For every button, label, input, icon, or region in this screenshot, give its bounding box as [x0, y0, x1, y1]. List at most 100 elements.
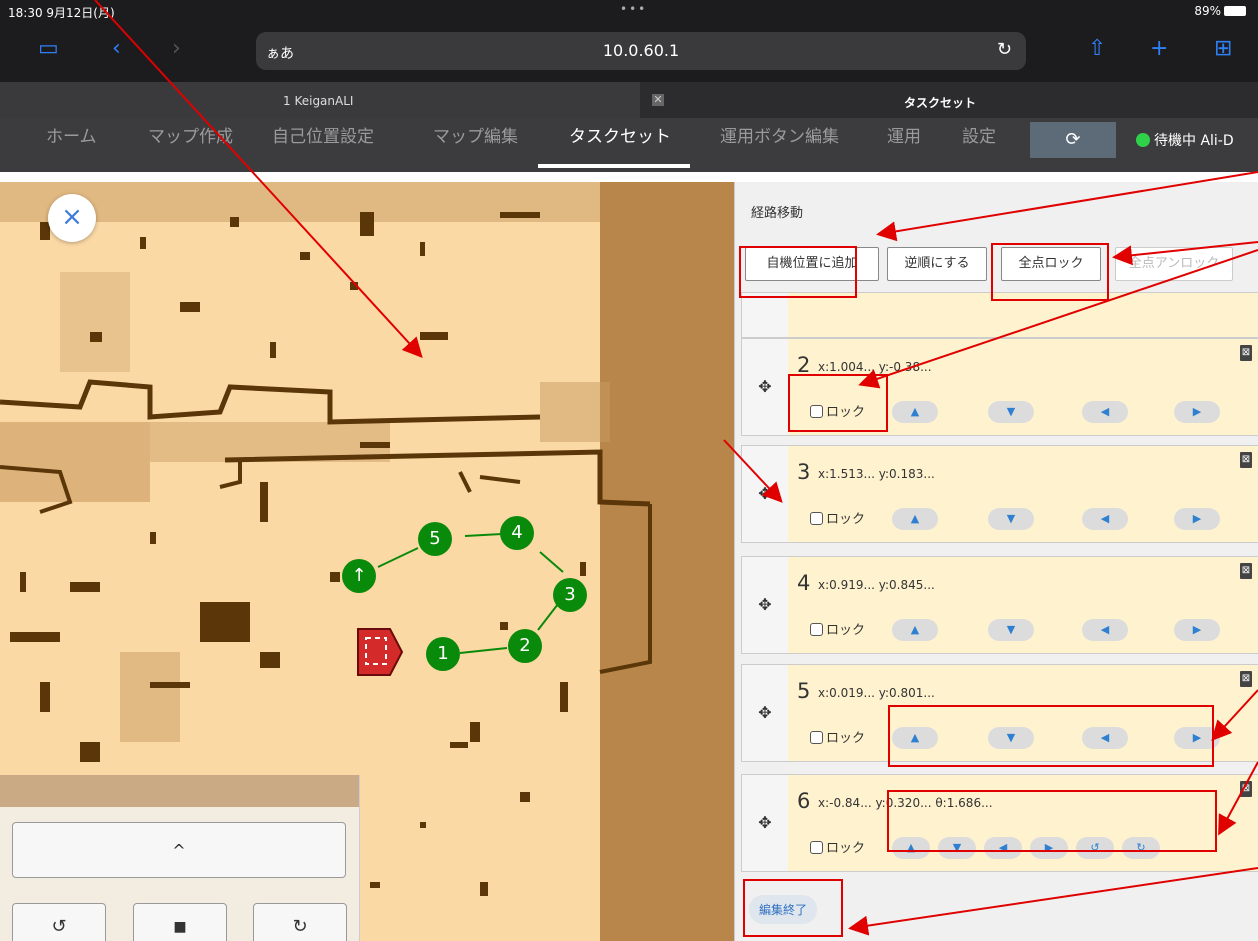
dir-down-button[interactable]: ▼: [988, 508, 1034, 530]
nav-operation[interactable]: 運用: [887, 122, 921, 147]
rotate-right-icon: ↻: [292, 916, 308, 937]
close-tab-icon[interactable]: ✕: [652, 94, 664, 106]
dir-down-button[interactable]: ▼: [988, 401, 1034, 423]
status-dots: •••: [620, 2, 648, 16]
app-root: { "status_bar": {"time": "18:30 9月12日(月)…: [0, 0, 1258, 941]
point-number: 5: [797, 679, 811, 703]
checkbox-icon: [810, 841, 823, 854]
lock-checkbox[interactable]: ロック: [810, 508, 865, 527]
dir-down-button[interactable]: ▼: [988, 619, 1034, 641]
chevron-up-icon: ^: [172, 841, 186, 860]
checkbox-icon: [810, 731, 823, 744]
trash-icon[interactable]: ⊠: [1240, 671, 1252, 687]
dir-right-button[interactable]: ▶: [1174, 508, 1220, 530]
sync-button[interactable]: ⟳: [1030, 122, 1116, 158]
point-coord: x:-0.84... y:0.320... θ:1.686...: [818, 796, 993, 810]
sidebar-toggle-icon[interactable]: ▭: [38, 36, 59, 61]
battery-level: 89%: [1194, 4, 1221, 18]
drag-handle-icon[interactable]: ✥: [742, 665, 788, 761]
close-map-button[interactable]: ×: [48, 194, 96, 242]
trash-icon[interactable]: ⊠: [1240, 452, 1252, 468]
dir-up-button[interactable]: ▲: [892, 727, 938, 749]
lock-label: ロック: [826, 841, 866, 856]
dir-left-button[interactable]: ◀: [984, 837, 1022, 859]
lock-checkbox[interactable]: ロック: [810, 619, 865, 638]
battery-indicator: 89%: [1194, 4, 1246, 18]
nav-settings[interactable]: 設定: [962, 122, 996, 147]
waypoint-marker-final[interactable]: ↑: [342, 559, 376, 593]
dir-down-button[interactable]: ▼: [938, 837, 976, 859]
rotate-left-button[interactable]: ↺: [12, 903, 106, 941]
point-number: 3: [797, 460, 811, 484]
lock-checkbox[interactable]: ロック: [810, 727, 865, 746]
nav-active-underline: [538, 164, 690, 168]
lock-label: ロック: [826, 512, 866, 527]
dir-left-button[interactable]: ◀: [1082, 508, 1128, 530]
drag-handle-icon[interactable]: ✥: [742, 775, 788, 871]
stop-button[interactable]: ■: [133, 903, 227, 941]
move-forward-button[interactable]: ^: [12, 822, 346, 878]
point-number: 6: [797, 789, 811, 813]
add-current-position-button[interactable]: 自機位置に追加: [745, 247, 879, 281]
robot-status: 待機中 Ali-D: [1136, 130, 1234, 150]
address-bar[interactable]: ぁあ 10.0.60.1 ↻: [256, 32, 1026, 70]
waypoint-marker-5[interactable]: 5: [418, 522, 452, 556]
dir-up-button[interactable]: ▲: [892, 401, 938, 423]
browser-tabs: 1 KeiganALI ✕ タスクセット: [0, 82, 1258, 122]
url-text[interactable]: 10.0.60.1: [256, 41, 1026, 60]
device-name: Ali-D: [1200, 133, 1234, 149]
waypoint-marker-3[interactable]: 3: [553, 578, 587, 612]
lock-checkbox[interactable]: ロック: [810, 837, 865, 856]
rotate-left-icon: ↺: [51, 916, 67, 937]
dir-left-button[interactable]: ◀: [1082, 727, 1128, 749]
reverse-order-button[interactable]: 逆順にする: [887, 247, 987, 281]
nav-button-edit[interactable]: 運用ボタン編集: [720, 122, 839, 147]
drag-handle-icon[interactable]: ✥: [742, 446, 788, 542]
dir-up-button[interactable]: ▲: [892, 837, 930, 859]
rotate-right-button[interactable]: ↻: [253, 903, 347, 941]
reload-icon[interactable]: ↻: [997, 39, 1012, 60]
lock-all-button[interactable]: 全点ロック: [1001, 247, 1101, 281]
rotate-cw-button[interactable]: ↻: [1122, 837, 1160, 859]
status-time: 18:30 9月12日(月): [8, 6, 115, 20]
waypoint-marker-2[interactable]: 2: [508, 629, 542, 663]
app-nav: ホーム マップ作成 自己位置設定 マップ編集 タスクセット 運用ボタン編集 運用…: [0, 118, 1258, 172]
trash-icon[interactable]: ⊠: [1240, 345, 1252, 361]
nav-map-create[interactable]: マップ作成: [148, 122, 233, 147]
waypoint-marker-4[interactable]: 4: [500, 516, 534, 550]
dir-right-button[interactable]: ▶: [1030, 837, 1068, 859]
share-icon[interactable]: ⇧: [1088, 36, 1106, 61]
status-dot-icon: [1136, 133, 1150, 147]
dir-right-button[interactable]: ▶: [1174, 619, 1220, 641]
trash-icon[interactable]: ⊠: [1240, 563, 1252, 579]
dir-up-button[interactable]: ▲: [892, 619, 938, 641]
dir-down-button[interactable]: ▼: [988, 727, 1034, 749]
dir-up-button[interactable]: ▲: [892, 508, 938, 530]
browser-tab-taskset[interactable]: タスクセット: [904, 94, 976, 111]
browser-tab-label: 1 KeiganALI: [283, 94, 354, 108]
forward-icon[interactable]: ›: [172, 36, 181, 61]
dir-right-button[interactable]: ▶: [1174, 727, 1220, 749]
lock-checkbox[interactable]: ロック: [810, 401, 865, 420]
back-icon[interactable]: ‹: [112, 36, 121, 61]
trash-icon[interactable]: ⊠: [1240, 781, 1252, 797]
dir-left-button[interactable]: ◀: [1082, 401, 1128, 423]
dir-right-button[interactable]: ▶: [1174, 401, 1220, 423]
nav-taskset[interactable]: タスクセット: [569, 122, 671, 147]
end-edit-button[interactable]: 編集終了: [749, 895, 818, 924]
rotate-ccw-button[interactable]: ↺: [1076, 837, 1114, 859]
waypoint-marker-1[interactable]: 1: [426, 637, 460, 671]
new-tab-icon[interactable]: +: [1150, 36, 1168, 61]
route-panel: 経路移動 自機位置に追加 逆順にする 全点ロック 全点アンロック ✥ 2 x:1…: [734, 182, 1258, 941]
nav-map-edit[interactable]: マップ編集: [433, 122, 518, 147]
nav-home[interactable]: ホーム: [46, 122, 97, 147]
dir-left-button[interactable]: ◀: [1082, 619, 1128, 641]
drag-handle-icon[interactable]: ✥: [742, 339, 788, 435]
checkbox-icon: [810, 405, 823, 418]
unlock-all-button[interactable]: 全点アンロック: [1115, 247, 1233, 281]
tab-overview-icon[interactable]: ⊞: [1214, 36, 1232, 61]
drag-handle-icon[interactable]: ✥: [742, 557, 788, 653]
browser-tab-keiganali[interactable]: 1 KeiganALI: [0, 82, 640, 122]
nav-self-position[interactable]: 自己位置設定: [272, 122, 374, 147]
point-number: 4: [797, 571, 811, 595]
